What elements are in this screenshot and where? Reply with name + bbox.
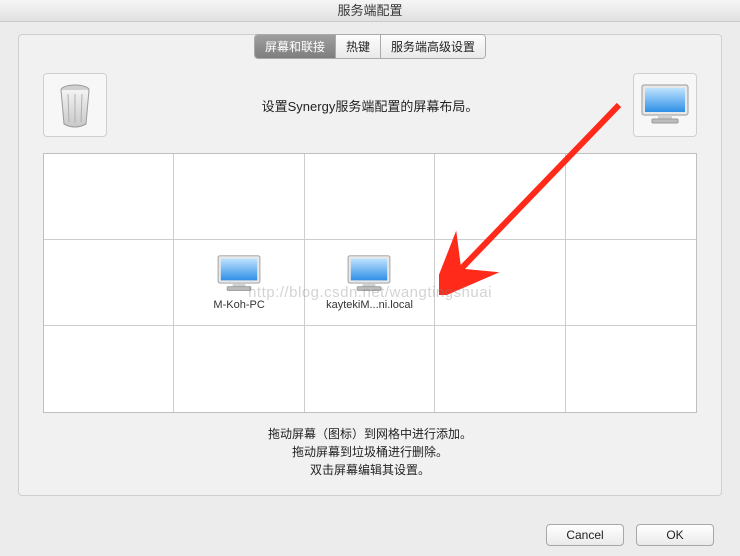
- new-screen-well[interactable]: [633, 73, 697, 137]
- hint-line-3: 双击屏幕编辑其设置。: [19, 461, 721, 479]
- grid-cell[interactable]: [435, 154, 565, 240]
- grid-cell[interactable]: [44, 240, 174, 326]
- hint-line-1: 拖动屏幕（图标）到网格中进行添加。: [19, 425, 721, 443]
- ok-button[interactable]: OK: [636, 524, 714, 546]
- monitor-icon: [345, 254, 393, 297]
- hint-text: 拖动屏幕（图标）到网格中进行添加。 拖动屏幕到垃圾桶进行删除。 双击屏幕编辑其设…: [19, 425, 721, 479]
- grid-cell[interactable]: [305, 326, 435, 412]
- dialog-footer: Cancel OK: [546, 524, 714, 546]
- grid-cell[interactable]: [174, 154, 304, 240]
- grid-cell[interactable]: [435, 326, 565, 412]
- window-titlebar: 服务端配置: [0, 0, 740, 22]
- main-panel: 屏幕和联接 热键 服务端高级设置: [18, 34, 722, 496]
- screen-label: kaytekiM...ni.local: [322, 299, 417, 311]
- layout-instruction: 设置Synergy服务端配置的屏幕布局。: [107, 96, 633, 115]
- monitor-icon: [640, 83, 690, 127]
- screen-label: M-Koh-PC: [209, 299, 268, 311]
- grid-cell[interactable]: [305, 154, 435, 240]
- trash-icon: [55, 82, 95, 128]
- screen-grid[interactable]: M-Koh-PC kaytekiM...ni.local: [43, 153, 697, 413]
- tab-server-advanced[interactable]: 服务端高级设置: [381, 35, 485, 58]
- window-title: 服务端配置: [337, 3, 402, 18]
- monitor-icon: [215, 254, 263, 297]
- grid-cell[interactable]: [44, 326, 174, 412]
- tabstrip: 屏幕和联接 热键 服务端高级设置: [19, 34, 721, 59]
- grid-screen[interactable]: M-Koh-PC: [174, 240, 304, 326]
- grid-cell[interactable]: [44, 154, 174, 240]
- tab-screens-and-links[interactable]: 屏幕和联接: [255, 35, 336, 58]
- tab-hotkeys[interactable]: 热键: [336, 35, 381, 58]
- hint-line-2: 拖动屏幕到垃圾桶进行删除。: [19, 443, 721, 461]
- grid-cell[interactable]: [566, 154, 696, 240]
- grid-cell[interactable]: [566, 326, 696, 412]
- grid-cell[interactable]: [435, 240, 565, 326]
- cancel-button[interactable]: Cancel: [546, 524, 624, 546]
- grid-screen[interactable]: kaytekiM...ni.local: [305, 240, 435, 326]
- trash-well[interactable]: [43, 73, 107, 137]
- grid-cell[interactable]: [174, 326, 304, 412]
- grid-cell[interactable]: [566, 240, 696, 326]
